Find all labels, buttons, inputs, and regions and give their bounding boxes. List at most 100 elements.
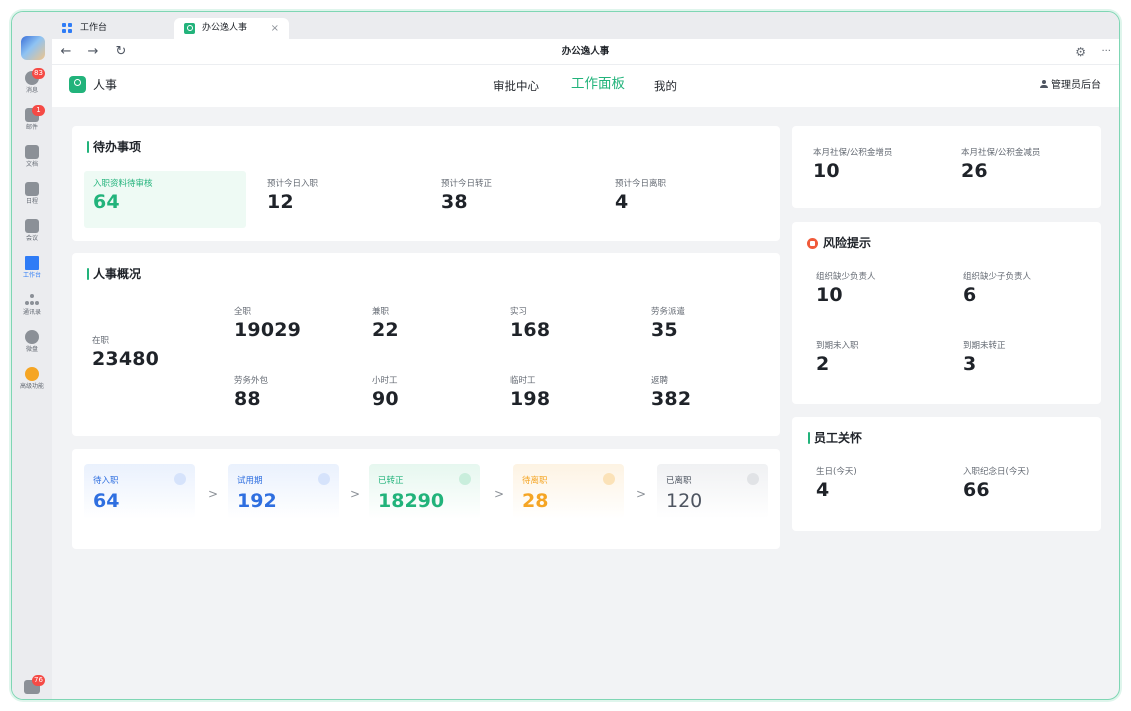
flow-value: 18290 (378, 490, 445, 512)
stat-label: 劳务外包 (234, 376, 269, 386)
admin-label: 管理员后台 (1051, 80, 1101, 91)
rail-item-label: 消息 (25, 87, 38, 94)
person-icon (747, 473, 759, 485)
stat-value: 382 (651, 388, 692, 410)
page-title: 办公逸人事 (561, 46, 610, 57)
document-icon (25, 145, 39, 159)
stat-value: 26 (961, 160, 988, 182)
rail-item-messages[interactable]: 83 消息 (12, 68, 52, 102)
warning-icon (807, 238, 818, 249)
rail-item-contacts[interactable]: 通讯录 (12, 290, 52, 324)
rail-item-workbench[interactable]: 工作台 (12, 253, 52, 287)
rail-item-label: 日程 (25, 198, 38, 205)
status-flow-card: 待入职 64 > 试用期 192 > 已转正 18290 > 待离职 28 > … (72, 449, 780, 549)
menu-work-panel[interactable]: 工作面板 (571, 75, 625, 93)
calendar-icon (25, 182, 39, 196)
social-insurance-card: 本月社保/公积金增员 10 本月社保/公积金减员 26 (792, 126, 1101, 208)
reload-icon[interactable]: ↻ (112, 43, 130, 61)
care-birthday[interactable]: 生日(今天) 4 (816, 466, 857, 502)
flow-item-pending-leave[interactable]: 待离职 28 (513, 464, 624, 519)
rail-item-drive[interactable]: 微盘 (12, 327, 52, 361)
app-name: 人事 (93, 78, 118, 92)
stat-label: 入职纪念日(今天) (963, 467, 1030, 477)
overview-hourly[interactable]: 小时工 90 (372, 375, 399, 411)
risk-overdue-regular[interactable]: 到期未转正 3 (963, 340, 1006, 376)
close-icon[interactable]: × (271, 18, 279, 39)
chevron-right-icon: > (208, 487, 219, 501)
risk-overdue-onboard[interactable]: 到期未入职 2 (816, 340, 859, 376)
social-decrease[interactable]: 本月社保/公积金减员 26 (961, 147, 1040, 183)
mail-badge: 1 (32, 105, 45, 116)
app-header: 人事 审批中心 工作面板 我的 管理员后台 (52, 65, 1119, 107)
rail-item-advanced[interactable]: 高级功能 (12, 364, 52, 398)
tab-label: 工作台 (80, 23, 108, 33)
stat-value: 23480 (92, 348, 160, 370)
flow-item-pending-onboard[interactable]: 待入职 64 (84, 464, 195, 519)
flow-label: 试用期 (237, 476, 263, 486)
user-avatar[interactable] (21, 36, 45, 60)
stat-label: 劳务派遣 (651, 307, 686, 317)
todo-item-expected-regular[interactable]: 预计今日转正 38 (441, 178, 492, 214)
tab-workbench[interactable]: 工作台 (52, 18, 167, 39)
stat-value: 64 (93, 191, 120, 213)
flow-label: 已转正 (378, 476, 404, 486)
employee-care-card: 员工关怀 生日(今天) 4 入职纪念日(今天) 66 (792, 417, 1101, 531)
stat-label: 预计今日转正 (441, 179, 493, 189)
stat-label: 返聘 (651, 376, 669, 386)
risk-card: 风险提示 组织缺少负责人 10 组织缺少子负责人 6 到期未入职 2 到期未转正… (792, 222, 1101, 404)
todo-highlight[interactable]: 入职资料待审核 64 (84, 171, 246, 228)
overview-full-time[interactable]: 全职 19029 (234, 306, 301, 342)
stat-label: 预计今日入职 (267, 179, 319, 189)
social-increase[interactable]: 本月社保/公积金增员 10 (813, 147, 892, 183)
flow-value: 120 (666, 490, 703, 512)
drive-icon (25, 330, 39, 344)
rail-item-label: 微盘 (25, 346, 38, 353)
flow-item-left[interactable]: 已离职 120 (657, 464, 768, 519)
back-icon[interactable]: ← (57, 43, 75, 61)
flow-item-probation[interactable]: 试用期 192 (228, 464, 339, 519)
stat-value: 10 (816, 284, 843, 306)
settings-icon[interactable]: ⚙ (1075, 43, 1086, 61)
rail-item-label: 邮件 (25, 124, 38, 131)
rail-item-docs[interactable]: 文档 (12, 142, 52, 176)
stat-label: 生日(今天) (816, 467, 857, 477)
care-anniversary[interactable]: 入职纪念日(今天) 66 (963, 466, 1029, 502)
todo-item-expected-onboard[interactable]: 预计今日入职 12 (267, 178, 318, 214)
rail-item-meeting[interactable]: 会议 (12, 216, 52, 250)
overview-card: 人事概况 在职 23480 全职 19029 兼职 22 实习 168 劳务派遣… (72, 253, 780, 436)
overview-total[interactable]: 在职 23480 (92, 335, 159, 371)
tab-hr-app[interactable]: 办公逸人事 × (174, 18, 289, 39)
app-window: 83 消息 1 邮件 文档 日程 会议 工作台 通讯录 微盘 高级功能 76 工… (11, 11, 1120, 700)
overview-outsourced[interactable]: 劳务外包 88 (234, 375, 268, 411)
rail-item-calendar[interactable]: 日程 (12, 179, 52, 213)
stat-label: 入职资料待审核 (93, 179, 153, 189)
care-title: 员工关怀 (808, 431, 862, 445)
stat-value: 38 (441, 191, 468, 213)
overview-dispatch[interactable]: 劳务派遣 35 (651, 306, 685, 342)
overview-temporary[interactable]: 临时工 198 (510, 375, 550, 411)
overview-rehired[interactable]: 返聘 382 (651, 375, 691, 411)
person-icon (174, 473, 186, 485)
forward-icon[interactable]: → (84, 43, 102, 61)
grid-icon (62, 23, 73, 34)
more-icon[interactable]: ··· (1101, 43, 1111, 61)
overview-part-time[interactable]: 兼职 22 (372, 306, 399, 342)
menu-approval-center[interactable]: 审批中心 (493, 77, 539, 95)
rail-item-mail[interactable]: 1 邮件 (12, 105, 52, 139)
todo-card: 待办事项 入职资料待审核 64 预计今日入职 12 预计今日转正 38 预计今日… (72, 126, 780, 241)
menu-mine[interactable]: 我的 (654, 77, 677, 95)
overview-intern[interactable]: 实习 168 (510, 306, 550, 342)
chevron-right-icon: > (350, 487, 361, 501)
stat-value: 22 (372, 319, 399, 341)
person-icon (1040, 80, 1048, 88)
app-store-badge: 76 (32, 675, 45, 686)
admin-console-link[interactable]: 管理员后台 (1040, 79, 1101, 93)
nav-bar: 办公逸人事 ← → ↻ ⚙ ··· (52, 39, 1119, 65)
flow-label: 待离职 (522, 476, 548, 486)
risk-org-no-sub-owner[interactable]: 组织缺少子负责人 6 (963, 271, 1031, 307)
flow-item-regular[interactable]: 已转正 18290 (369, 464, 480, 519)
app-store-icon[interactable]: 76 (24, 675, 45, 694)
todo-item-expected-leave[interactable]: 预计今日离职 4 (615, 178, 666, 214)
stat-value: 66 (963, 479, 990, 501)
risk-org-no-owner[interactable]: 组织缺少负责人 10 (816, 271, 876, 307)
